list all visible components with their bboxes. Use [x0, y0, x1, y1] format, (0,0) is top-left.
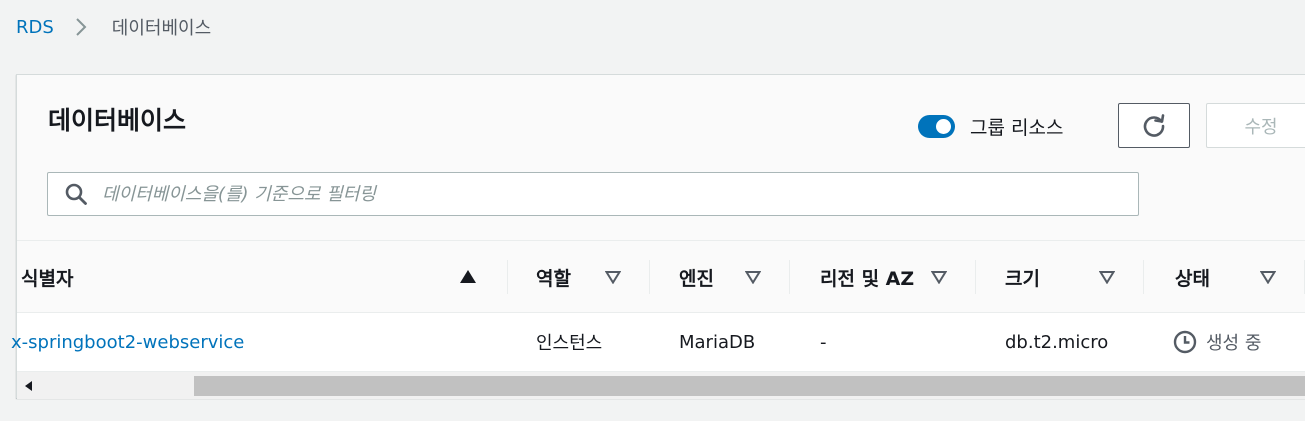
column-header-engine[interactable]: 엔진: [679, 241, 714, 313]
sort-caret-down-icon[interactable]: [744, 269, 762, 285]
column-divider: [789, 260, 790, 294]
status-text: 생성 중: [1206, 333, 1262, 354]
databases-panel: 데이터베이스 그룹 리소스 수정 데이터베이스을(를) 기준으로 필터링 식별자…: [11, 74, 1305, 399]
cell-engine: MariaDB: [679, 331, 756, 353]
sort-caret-down-icon[interactable]: [1098, 269, 1116, 285]
edit-button[interactable]: 수정: [1206, 103, 1305, 148]
breadcrumb-rds-link[interactable]: RDS: [16, 17, 54, 38]
refresh-icon: [1141, 113, 1167, 139]
search-input[interactable]: [102, 173, 1138, 215]
toggle-knob: [936, 119, 951, 134]
table-header: 식별자 역할 엔진 리전 및 AZ 크기 상태: [17, 241, 1305, 313]
breadcrumb: RDS 데이터베이스: [16, 14, 211, 40]
sort-caret-down-icon[interactable]: [1259, 269, 1277, 285]
search-icon: [64, 182, 88, 206]
group-resources-label: 그룹 리소스: [970, 117, 1064, 139]
sort-caret-down-icon[interactable]: [604, 269, 622, 285]
breadcrumb-current: 데이터베이스: [111, 18, 212, 39]
toggle-switch[interactable]: [918, 115, 955, 138]
column-divider: [975, 260, 976, 294]
scroll-left-arrow-icon[interactable]: [17, 372, 41, 399]
search-field[interactable]: [47, 172, 1139, 216]
table-row[interactable]: x-springboot2-webservice 인스턴스 MariaDB - …: [11, 313, 1305, 371]
column-divider: [649, 260, 650, 294]
clock-icon: [1173, 330, 1197, 354]
cell-role: 인스턴스: [536, 333, 603, 354]
horizontal-scrollbar[interactable]: [17, 371, 1305, 399]
refresh-button[interactable]: [1118, 103, 1190, 148]
column-header-role[interactable]: 역할: [536, 241, 571, 313]
sort-caret-down-icon[interactable]: [930, 269, 948, 285]
chevron-right-icon: [70, 16, 92, 38]
cell-region-az: -: [820, 331, 827, 353]
column-header-identifier[interactable]: 식별자: [21, 241, 73, 313]
db-identifier-link[interactable]: x-springboot2-webservice: [11, 313, 244, 371]
cell-status: 생성 중: [1173, 313, 1261, 371]
column-header-region-az[interactable]: 리전 및 AZ: [820, 241, 914, 313]
column-header-status[interactable]: 상태: [1175, 241, 1210, 313]
scrollbar-thumb[interactable]: [194, 376, 1305, 396]
cell-size: db.t2.micro: [1005, 331, 1109, 353]
panel-header: 데이터베이스 그룹 리소스 수정: [17, 75, 1305, 241]
column-header-size[interactable]: 크기: [1005, 241, 1040, 313]
sort-ascending-icon[interactable]: [460, 269, 476, 283]
column-divider: [507, 260, 508, 294]
column-divider: [1143, 260, 1144, 294]
group-resources-toggle[interactable]: 그룹 리소스: [918, 113, 1063, 140]
page-title: 데이터베이스: [48, 106, 187, 135]
